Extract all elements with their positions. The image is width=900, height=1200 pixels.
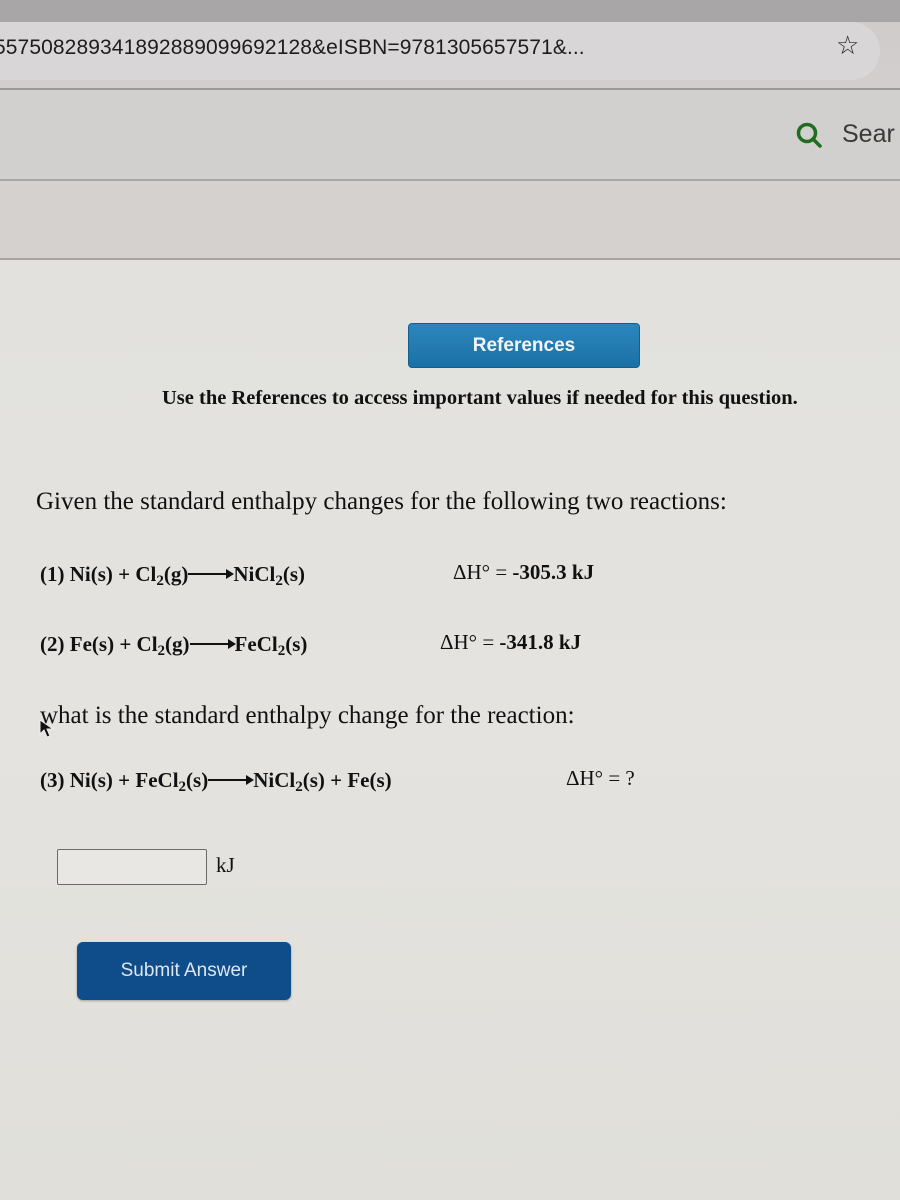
reaction-number: (2) [40, 632, 65, 656]
plus-sign: + [118, 562, 131, 586]
species: Cl2(g) [135, 562, 189, 589]
reaction-number: (3) [40, 768, 65, 792]
question-prompt: what is the standard enthalpy change for… [40, 702, 575, 729]
reaction-3: (3) Ni(s) + FeCl2(s) NiCl2(s) + Fe(s) [40, 768, 392, 795]
header-band [0, 181, 900, 258]
delta-h-label: ΔH° = [566, 766, 621, 790]
mouse-cursor-icon [39, 719, 55, 738]
species: Fe(s) [69, 632, 115, 656]
search-link[interactable]: Sear [842, 120, 895, 149]
species: Cl2(g) [136, 632, 190, 659]
reaction-1: (1) Ni(s) + Cl2(g) NiCl2(s) [40, 562, 306, 589]
submit-answer-button[interactable]: Submit Answer [77, 942, 291, 1000]
delta-h-value: -341.8 [499, 630, 554, 654]
species: Ni(s) [69, 768, 113, 792]
reaction-arrow-icon [189, 639, 236, 650]
browser-top-strip [0, 0, 900, 22]
answer-unit-label: kJ [216, 853, 235, 877]
answer-input[interactable] [57, 849, 207, 885]
delta-h-value: -305.3 [512, 560, 567, 584]
delta-h-unknown: ? [625, 766, 635, 790]
plus-sign: + [330, 768, 343, 792]
references-button[interactable]: References [408, 323, 640, 368]
submit-answer-label: Submit Answer [120, 960, 248, 981]
address-bar-url[interactable]: 557508289341892889099692128&eISBN=978130… [0, 36, 585, 60]
reaction-arrow-icon [188, 569, 235, 580]
references-note: Use the References to access important v… [162, 387, 798, 409]
delta-h-3: ΔH° = ? [566, 766, 635, 791]
page-toolbar [0, 90, 900, 178]
delta-h-label: ΔH° = [440, 630, 495, 654]
species: Ni(s) [69, 562, 113, 586]
species: FeCl2(s) [234, 632, 308, 659]
species: NiCl2(s) [253, 768, 325, 795]
reaction-arrow-icon [208, 775, 255, 786]
delta-h-label: ΔH° = [453, 560, 508, 584]
star-outline-icon[interactable]: ☆ [836, 33, 859, 59]
plus-sign: + [118, 768, 131, 792]
plus-sign: + [119, 632, 132, 656]
reaction-number: (1) [40, 562, 65, 586]
references-button-label: References [472, 334, 576, 356]
species: NiCl2(s) [233, 562, 306, 589]
delta-h-unit: kJ [571, 560, 595, 584]
search-icon[interactable] [795, 121, 823, 149]
species: Fe(s) [347, 768, 392, 792]
delta-h-unit: kJ [558, 630, 582, 654]
question-intro: Given the standard enthalpy changes for … [36, 488, 727, 515]
delta-h-2: ΔH° = -341.8 kJ [440, 630, 581, 655]
reaction-2: (2) Fe(s) + Cl2(g) FeCl2(s) [40, 632, 308, 659]
species: FeCl2(s) [135, 768, 209, 795]
delta-h-1: ΔH° = -305.3 kJ [453, 560, 594, 585]
